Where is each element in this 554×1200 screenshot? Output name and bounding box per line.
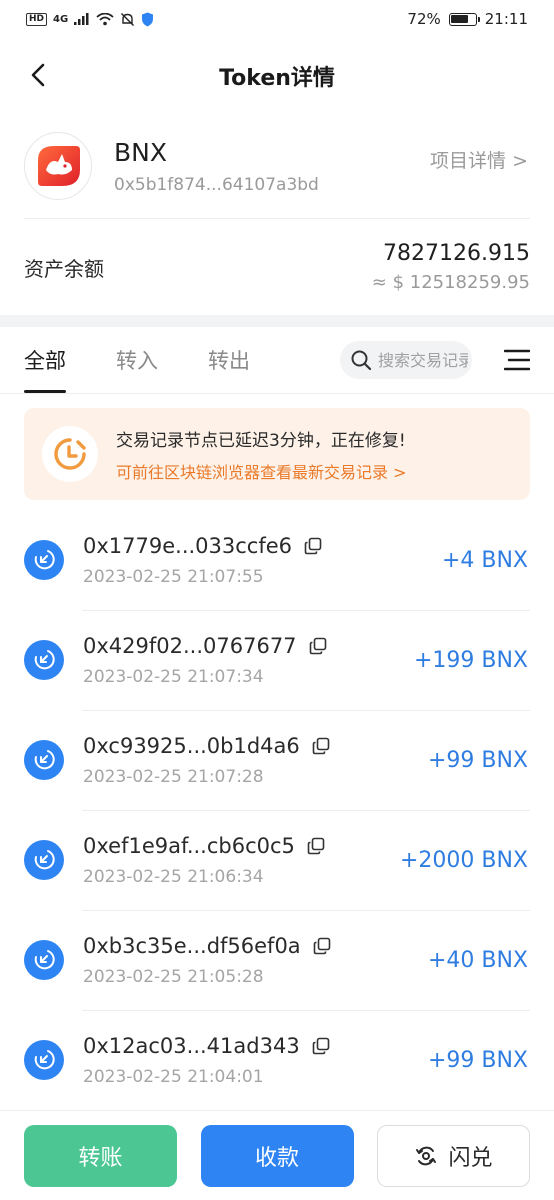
- transaction-hash: 0xb3c35e...df56ef0a: [83, 933, 301, 958]
- transaction-amount: +99 BNX: [427, 747, 528, 773]
- notice-title: 交易记录节点已延迟3分钟，正在修复!: [116, 430, 406, 451]
- transaction-row[interactable]: 0xc93925...0b1d4a6 2023-02-25 21:07:28 +…: [0, 710, 554, 810]
- incoming-transfer-icon: [24, 540, 64, 580]
- balance-values: 7827126.915 ≈ $ 12518259.95: [372, 241, 530, 293]
- transaction-row[interactable]: 0xb3c35e...df56ef0a 2023-02-25 21:05:28 …: [0, 910, 554, 1010]
- copy-icon[interactable]: [313, 937, 331, 955]
- transaction-time: 2023-02-25 21:04:01: [83, 1066, 264, 1087]
- clock-time: 21:11: [484, 10, 528, 28]
- transaction-info: 0xef1e9af...cb6c0c5 2023-02-25 21:06:34: [83, 834, 325, 887]
- transaction-hash-line: 0x429f02...0767677: [83, 634, 327, 658]
- balance-row: 资产余额 7827126.915 ≈ $ 12518259.95: [0, 219, 554, 315]
- swap-icon: [416, 1146, 437, 1165]
- page-title: Token详情: [219, 66, 335, 91]
- transaction-amount: +2000 BNX: [399, 847, 528, 873]
- balance-label: 资产余额: [24, 256, 104, 281]
- transaction-row[interactable]: 0x1779e...033ccfe6 2023-02-25 21:07:55 +…: [0, 510, 554, 610]
- transaction-info: 0x1779e...033ccfe6 2023-02-25 21:07:55: [83, 534, 322, 587]
- project-details-link[interactable]: 项目详情 >: [430, 146, 528, 173]
- search-icon: [351, 350, 372, 371]
- shield-icon: [142, 12, 154, 26]
- nav-bar: Token详情: [0, 38, 554, 114]
- block-explorer-link[interactable]: 可前往区块链浏览器查看最新交易记录 >: [116, 459, 407, 483]
- clock-graphic: [54, 438, 86, 470]
- chevron-left-icon[interactable]: [24, 60, 54, 90]
- transaction-amount: +199 BNX: [413, 647, 528, 673]
- copy-icon[interactable]: [304, 537, 322, 555]
- transaction-amount: +99 BNX: [427, 1047, 528, 1073]
- transaction-time: 2023-02-25 21:07:28: [83, 766, 264, 787]
- transaction-time: 2023-02-25 21:06:34: [83, 866, 264, 887]
- incoming-transfer-icon: [24, 640, 64, 680]
- transaction-hash-line: 0x1779e...033ccfe6: [83, 534, 322, 558]
- battery-percent: 72%: [407, 10, 441, 28]
- transaction-time: 2023-02-25 21:07:55: [83, 566, 264, 587]
- copy-icon[interactable]: [312, 1037, 330, 1055]
- swap-label: 闪兑: [448, 1145, 493, 1171]
- tab-all[interactable]: 全部: [24, 345, 66, 393]
- transaction-hash-line: 0xc93925...0b1d4a6: [83, 734, 330, 758]
- transaction-amount: +40 BNX: [427, 947, 528, 973]
- mute-bell-icon: [121, 12, 135, 26]
- transaction-row[interactable]: 0x12ac03...41ad343 2023-02-25 21:04:01 +…: [0, 1010, 554, 1110]
- bottom-action-bar: 转账 收款 闪兑: [0, 1110, 554, 1200]
- tab-incoming[interactable]: 转入: [116, 345, 158, 375]
- incoming-transfer-icon: [24, 1040, 64, 1080]
- incoming-transfer-icon: [24, 840, 64, 880]
- incoming-transfer-icon: [24, 940, 64, 980]
- copy-icon[interactable]: [312, 737, 330, 755]
- notice-text: 交易记录节点已延迟3分钟，正在修复! 可前往区块链浏览器查看最新交易记录 >: [116, 426, 407, 483]
- swap-button[interactable]: 闪兑: [377, 1124, 530, 1187]
- transaction-info: 0x12ac03...41ad343 2023-02-25 21:04:01: [83, 1034, 330, 1087]
- copy-icon[interactable]: [307, 837, 325, 855]
- transaction-info: 0xc93925...0b1d4a6 2023-02-25 21:07:28: [83, 734, 330, 787]
- transaction-info: 0xb3c35e...df56ef0a 2023-02-25 21:05:28: [83, 934, 331, 987]
- transaction-amount: +4 BNX: [441, 547, 528, 573]
- search-box[interactable]: [340, 341, 472, 379]
- menu-icon[interactable]: [504, 349, 530, 371]
- transaction-hash: 0x1779e...033ccfe6: [83, 533, 293, 558]
- balance-usd: ≈ $ 12518259.95: [371, 272, 530, 293]
- copy-icon[interactable]: [309, 637, 327, 655]
- transaction-row[interactable]: 0x429f02...0767677 2023-02-25 21:07:34 +…: [0, 610, 554, 710]
- battery-fill: [451, 15, 468, 23]
- transaction-hash: 0x12ac03...41ad343: [83, 1033, 300, 1058]
- transaction-hash: 0x429f02...0767677: [83, 633, 297, 658]
- incoming-transfer-icon: [24, 740, 64, 780]
- transfer-button[interactable]: 转账: [24, 1124, 177, 1187]
- tabs-row: 全部 转入 转出: [0, 327, 554, 393]
- transaction-time: 2023-02-25 21:05:28: [83, 966, 264, 987]
- signal-icon: [74, 13, 89, 25]
- section-gap: [0, 315, 554, 327]
- clock-icon: [42, 426, 98, 482]
- hd-indicator: HD: [26, 12, 48, 26]
- receive-button[interactable]: 收款: [200, 1124, 354, 1187]
- delay-notice: 交易记录节点已延迟3分钟，正在修复! 可前往区块链浏览器查看最新交易记录 >: [24, 408, 530, 500]
- status-right: 72% 21:11: [407, 10, 528, 28]
- token-address: 0x5b1f874...64107a3bd: [114, 175, 319, 195]
- transaction-info: 0x429f02...0767677 2023-02-25 21:07:34: [83, 634, 327, 687]
- transaction-hash: 0xc93925...0b1d4a6: [83, 733, 300, 758]
- status-left: HD 4G: [26, 12, 154, 27]
- balance-amount: 7827126.915: [383, 241, 530, 266]
- transaction-list: 0x1779e...033ccfe6 2023-02-25 21:07:55 +…: [0, 510, 554, 1110]
- transaction-hash: 0xef1e9af...cb6c0c5: [83, 833, 295, 858]
- status-bar: HD 4G 72% 21:11: [0, 0, 554, 38]
- bnx-logo-graphic: [38, 146, 80, 186]
- transaction-hash-line: 0x12ac03...41ad343: [83, 1034, 330, 1058]
- search-input[interactable]: [378, 350, 468, 370]
- battery-icon: [448, 12, 480, 26]
- tabs-divider: [0, 393, 554, 394]
- transaction-row[interactable]: 0xef1e9af...cb6c0c5 2023-02-25 21:06:34 …: [0, 810, 554, 910]
- token-header: BNX 0x5b1f874...64107a3bd 项目详情 >: [0, 114, 554, 218]
- transaction-time: 2023-02-25 21:07:34: [83, 666, 264, 687]
- wifi-icon: [96, 12, 114, 25]
- bnx-logo-icon: [24, 132, 92, 200]
- network-type: 4G: [53, 13, 69, 25]
- transaction-hash-line: 0xb3c35e...df56ef0a: [83, 934, 331, 958]
- tab-outgoing[interactable]: 转出: [208, 345, 250, 375]
- transaction-hash-line: 0xef1e9af...cb6c0c5: [83, 834, 325, 858]
